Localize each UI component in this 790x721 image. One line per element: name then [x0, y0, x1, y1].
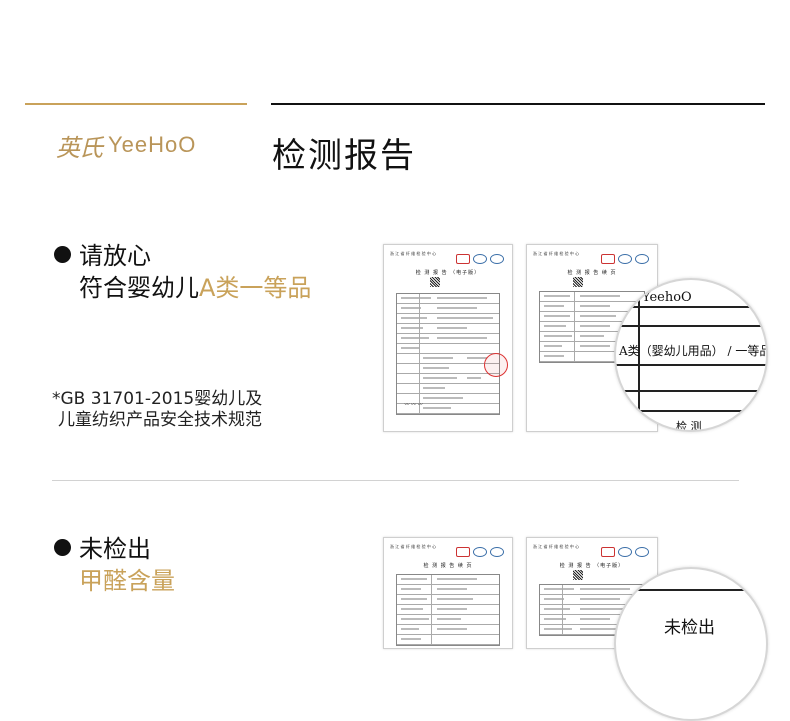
report-title: 检 测 报 告 续 页 — [423, 563, 473, 569]
magnified-table-line — [616, 364, 766, 366]
dark-header-rule — [271, 103, 765, 105]
magnified-result-text: 未检出 — [664, 618, 715, 638]
magnified-table-line — [616, 589, 766, 591]
bullet-icon — [54, 246, 71, 263]
test-report-image: 浙 江 省 纤 维 检 验 中 心 检 测 报 告 （电子版） 〰 〰 〰 — [383, 244, 513, 432]
report-header-text: 浙 江 省 纤 维 检 验 中 心 — [390, 251, 437, 256]
magnified-table-line — [616, 390, 766, 392]
certification-logos — [456, 547, 504, 557]
section1-heading-line2: 符合婴幼儿A类一等品 — [79, 273, 311, 303]
signature-icon: 〰 〰 〰 — [404, 402, 423, 408]
qr-code-icon — [573, 570, 583, 580]
section2-heading-highlight: 甲醛含量 — [79, 567, 175, 595]
report-title: 检 测 报 告 （电子版） — [559, 563, 625, 569]
standard-note-line1: *GB 31701-2015婴幼儿及 — [52, 389, 263, 409]
brand-logo: 英氏 YeeHoO — [56, 128, 226, 162]
magnified-grade-text: A类（婴幼儿用品） / 一等品 — [619, 344, 768, 358]
magnified-table-line — [616, 325, 766, 327]
magnified-bottom-text: 检 测 — [676, 420, 702, 432]
report-title: 检 测 报 告 续 页 — [567, 270, 617, 276]
magnified-table-line — [616, 410, 766, 412]
report-table — [396, 574, 500, 646]
brand-logo-cn: 英氏 — [56, 133, 103, 162]
qr-code-icon — [430, 277, 440, 287]
report-title: 检 测 报 告 （电子版） — [415, 270, 481, 276]
report-header: 浙 江 省 纤 维 检 验 中 心 — [390, 251, 506, 269]
magnified-table-line — [616, 306, 766, 308]
page-title: 检测报告 — [272, 136, 416, 176]
magnifier-zoom-image: YeehoO A类（婴幼儿用品） / 一等品 检 测 — [614, 278, 768, 432]
section1-heading-highlight: A类一等品 — [199, 274, 312, 302]
section2-heading-line1: 未检出 — [79, 535, 151, 563]
magnified-brand: YeehoO — [642, 290, 692, 305]
report-header-text: 浙 江 省 纤 维 检 验 中 心 — [390, 544, 437, 549]
gold-header-rule — [25, 103, 247, 105]
report-header: 浙 江 省 纤 维 检 验 中 心 — [533, 251, 651, 269]
certification-logos — [456, 254, 504, 264]
magnifier-zoom-image: 未检出 — [614, 567, 768, 721]
standard-note-line2: 儿童纺织产品安全技术规范 — [58, 410, 262, 430]
report-header: 浙 江 省 纤 维 检 验 中 心 — [390, 544, 506, 562]
qr-code-icon — [573, 277, 583, 287]
bullet-icon — [54, 539, 71, 556]
report-stamp-icon — [484, 353, 508, 377]
certification-logos — [601, 547, 649, 557]
section1-heading-line1: 请放心 — [79, 242, 151, 270]
report-header-text: 浙 江 省 纤 维 检 验 中 心 — [533, 544, 580, 549]
section1-heading-prefix: 符合婴幼儿 — [79, 274, 199, 302]
report-header: 浙 江 省 纤 维 检 验 中 心 — [533, 544, 651, 562]
report-table — [396, 293, 500, 415]
section-divider — [52, 480, 739, 481]
certification-logos — [601, 254, 649, 264]
test-report-continuation-image: 浙 江 省 纤 维 检 验 中 心 检 测 报 告 续 页 — [383, 537, 513, 649]
brand-logo-en: YeeHoO — [108, 132, 197, 157]
report-header-text: 浙 江 省 纤 维 检 验 中 心 — [533, 251, 580, 256]
